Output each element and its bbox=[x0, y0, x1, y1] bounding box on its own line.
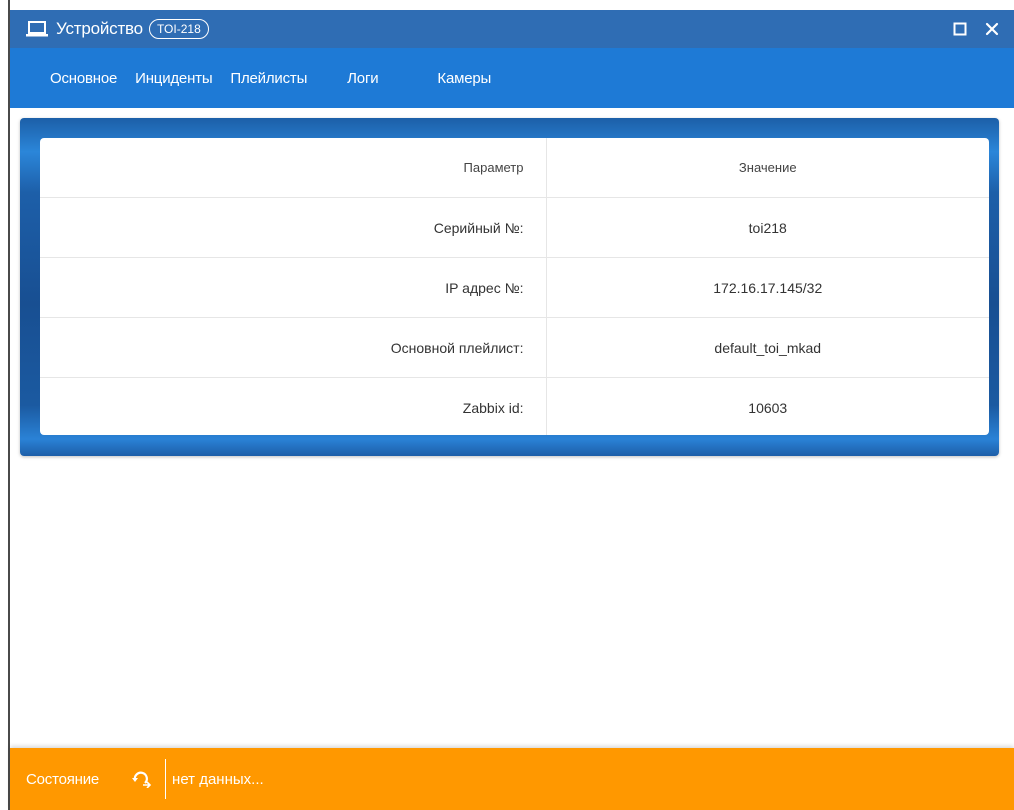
window-left-edge bbox=[0, 0, 10, 810]
close-icon bbox=[985, 22, 999, 36]
device-badge: TOI-218 bbox=[148, 19, 209, 39]
tab-incidents[interactable]: Инциденты bbox=[135, 70, 212, 87]
tab-bar: Основное Инциденты Плейлисты Логи Камеры bbox=[10, 48, 1014, 108]
table-row: Zabbix id: 10603 bbox=[40, 377, 989, 435]
param-ip-value: 172.16.17.145/32 bbox=[546, 257, 989, 318]
tab-cameras[interactable]: Камеры bbox=[437, 70, 491, 87]
maximize-button[interactable] bbox=[952, 21, 968, 37]
param-playlist-label: Основной плейлист: bbox=[40, 317, 547, 378]
table-row: Серийный №: toi218 bbox=[40, 197, 989, 258]
tab-playlists[interactable]: Плейлисты bbox=[230, 70, 307, 87]
param-playlist-value: default_toi_mkad bbox=[546, 317, 989, 378]
table-header-row: Параметр Значение bbox=[40, 138, 989, 198]
status-text: нет данных... bbox=[172, 770, 264, 788]
refresh-icon bbox=[132, 771, 152, 788]
window-actions bbox=[952, 21, 1014, 37]
params-panel: Параметр Значение Серийный №: toi218 IP … bbox=[20, 118, 999, 456]
maximize-icon bbox=[953, 22, 967, 36]
tab-logs[interactable]: Логи bbox=[347, 70, 378, 87]
param-zabbix-label: Zabbix id: bbox=[40, 377, 547, 435]
table-row: IP адрес №: 172.16.17.145/32 bbox=[40, 257, 989, 318]
tab-main[interactable]: Основное bbox=[50, 70, 117, 87]
header-param: Параметр bbox=[40, 138, 547, 198]
title-bar: Устройство TOI-218 bbox=[10, 10, 1014, 48]
content-area: Параметр Значение Серийный №: toi218 IP … bbox=[10, 108, 1014, 748]
status-bar: Состояние нет данных... bbox=[10, 748, 1014, 810]
params-card: Параметр Значение Серийный №: toi218 IP … bbox=[40, 138, 989, 435]
param-ip-label: IP адрес №: bbox=[40, 257, 547, 318]
device-window: Устройство TOI-218 Основное Инциденты Пл… bbox=[0, 0, 1014, 810]
param-zabbix-value: 10603 bbox=[748, 399, 788, 416]
status-label: Состояние bbox=[26, 770, 100, 788]
table-row: Основной плейлист: default_toi_mkad bbox=[40, 317, 989, 378]
header-value: Значение bbox=[546, 138, 989, 198]
status-refresh-button[interactable] bbox=[131, 769, 153, 789]
param-serial-label: Серийный №: bbox=[40, 197, 547, 258]
status-divider bbox=[165, 759, 167, 799]
close-button[interactable] bbox=[984, 21, 1000, 37]
window-title: Устройство bbox=[56, 19, 143, 38]
laptop-icon bbox=[26, 21, 48, 37]
params-table: Параметр Значение Серийный №: toi218 IP … bbox=[40, 138, 989, 435]
param-serial-value: toi218 bbox=[546, 197, 989, 258]
